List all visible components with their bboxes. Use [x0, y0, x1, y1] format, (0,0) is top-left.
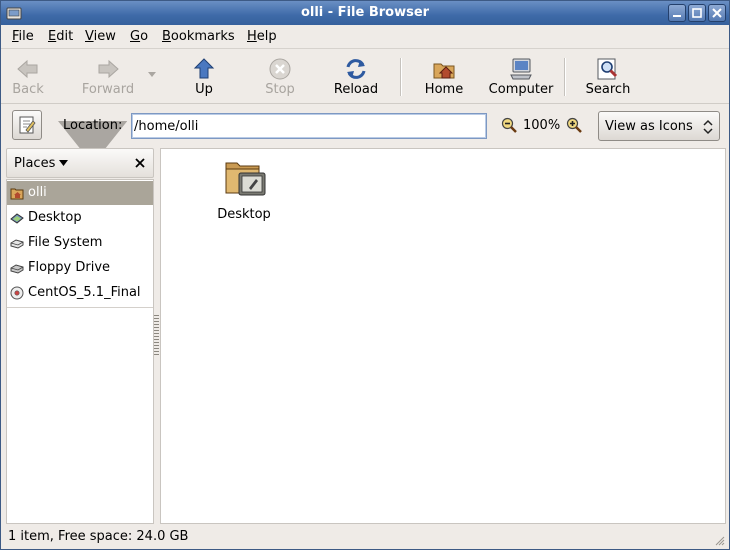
sidebar-item-label: Desktop	[28, 210, 82, 225]
floppy-icon	[10, 264, 24, 274]
menu-edit[interactable]: Edit	[48, 29, 73, 44]
back-button[interactable]: Back	[3, 50, 53, 102]
back-label: Back	[12, 82, 44, 97]
menu-view[interactable]: View	[85, 29, 116, 44]
menu-help[interactable]: Help	[247, 29, 277, 44]
menu-go-mnemonic: G	[130, 29, 141, 44]
reload-icon	[346, 59, 366, 79]
menu-bookmarks[interactable]: Bookmarks	[162, 29, 235, 44]
menu-bookmarks-mnemonic: B	[162, 29, 171, 44]
places-list: olli Desktop File System Floppy Drive Ce…	[6, 179, 154, 524]
home-folder-icon	[10, 188, 24, 200]
desktop-icon	[10, 213, 24, 224]
file-item-desktop[interactable]: Desktop	[209, 155, 279, 222]
zoom-in-icon[interactable]	[566, 117, 582, 133]
reload-button[interactable]: Reload	[328, 50, 384, 102]
close-icon	[712, 8, 722, 18]
toolbar-separator	[564, 58, 566, 96]
window-title: olli - File Browser	[300, 5, 430, 20]
title-bar[interactable]: olli - File Browser	[1, 1, 729, 25]
forward-label: Forward	[81, 82, 135, 97]
view-mode-select[interactable]: View as Icons	[598, 111, 720, 141]
computer-label: Computer	[488, 82, 554, 97]
sidebar-item-desktop[interactable]: Desktop	[7, 206, 153, 230]
back-arrow-icon	[17, 59, 38, 79]
close-window-button[interactable]	[708, 4, 726, 22]
menu-edit-mnemonic: E	[48, 29, 57, 44]
location-bar: Location: 100% View as Icons	[1, 105, 729, 147]
places-divider	[7, 307, 153, 308]
menu-help-rest: elp	[256, 29, 277, 44]
stop-icon	[269, 58, 291, 80]
chevron-down-icon[interactable]	[59, 160, 68, 166]
up-arrow-icon	[193, 58, 215, 79]
reload-label: Reload	[333, 82, 379, 97]
sidebar: Places olli Desktop File System Floppy D…	[6, 148, 154, 524]
stop-button[interactable]: Stop	[255, 50, 305, 102]
sidebar-item-file-system[interactable]: File System	[7, 231, 153, 255]
sidebar-item-floppy[interactable]: Floppy Drive	[7, 256, 153, 280]
search-button[interactable]: Search	[581, 50, 635, 102]
close-sidebar-icon[interactable]	[135, 158, 145, 168]
menu-go-rest: o	[140, 29, 149, 44]
menu-edit-rest: dit	[56, 29, 74, 44]
file-browser-window: olli - File Browser File Edit View Go Bo…	[0, 0, 730, 550]
toggle-location-entry-button[interactable]	[12, 110, 42, 140]
toolbar-separator	[400, 58, 402, 96]
menu-bar: File Edit View Go Bookmarks Help	[1, 25, 729, 49]
maximize-button[interactable]	[688, 4, 706, 22]
menu-file[interactable]: File	[12, 29, 34, 44]
forward-arrow-icon	[98, 59, 119, 79]
sidebar-header: Places	[6, 148, 154, 178]
sidebar-item-label: CentOS_5.1_Final	[28, 285, 141, 300]
home-icon	[433, 63, 455, 79]
computer-button[interactable]: Computer	[485, 50, 557, 102]
status-text: 1 item, Free space: 24.0 GB	[8, 529, 189, 544]
computer-icon	[510, 58, 532, 80]
search-icon	[597, 58, 618, 80]
home-button[interactable]: Home	[419, 50, 469, 102]
search-label: Search	[585, 82, 631, 97]
status-bar: 1 item, Free space: 24.0 GB	[1, 525, 729, 549]
up-button[interactable]: Up	[179, 50, 229, 102]
maximize-icon	[692, 8, 702, 18]
file-item-label: Desktop	[217, 207, 271, 222]
menu-help-mnemonic: H	[247, 29, 257, 44]
pane-resize-handle[interactable]	[154, 315, 159, 355]
zoom-out-icon[interactable]	[501, 117, 517, 133]
minimize-icon	[673, 15, 681, 17]
sidebar-title[interactable]: Places	[14, 156, 55, 171]
up-label: Up	[195, 82, 213, 97]
menu-go[interactable]: Go	[130, 29, 148, 44]
sidebar-item-label: olli	[28, 185, 47, 200]
menu-bookmarks-rest: ookmarks	[170, 29, 235, 44]
stop-label: Stop	[265, 82, 295, 97]
desktop-folder-icon	[225, 162, 266, 196]
sidebar-item-home[interactable]: olli	[7, 181, 153, 205]
resize-grip-icon[interactable]	[713, 534, 725, 546]
home-label: Home	[424, 82, 464, 97]
toolbar: Back Forward Up Stop Reload Home Compute…	[1, 50, 729, 165]
view-mode-value: View as Icons	[605, 119, 693, 134]
sidebar-item-label: Floppy Drive	[28, 260, 111, 275]
menu-view-mnemonic: V	[85, 29, 94, 44]
location-input[interactable]	[131, 113, 487, 139]
updown-arrows-icon	[703, 119, 713, 135]
edit-location-icon	[19, 116, 36, 134]
zoom-level[interactable]: 100%	[523, 118, 560, 133]
menu-view-rest: iew	[93, 29, 116, 44]
sidebar-item-cdrom[interactable]: CentOS_5.1_Final	[7, 281, 153, 305]
sidebar-item-label: File System	[28, 235, 103, 250]
location-label: Location:	[63, 118, 123, 133]
minimize-button[interactable]	[668, 4, 686, 22]
forward-history-dropdown-icon[interactable]	[148, 72, 156, 78]
drive-icon	[10, 239, 24, 249]
forward-button[interactable]: Forward	[78, 50, 138, 102]
file-view[interactable]: Desktop	[160, 148, 726, 524]
menu-file-rest: ile	[18, 29, 34, 44]
cdrom-icon	[10, 286, 24, 300]
